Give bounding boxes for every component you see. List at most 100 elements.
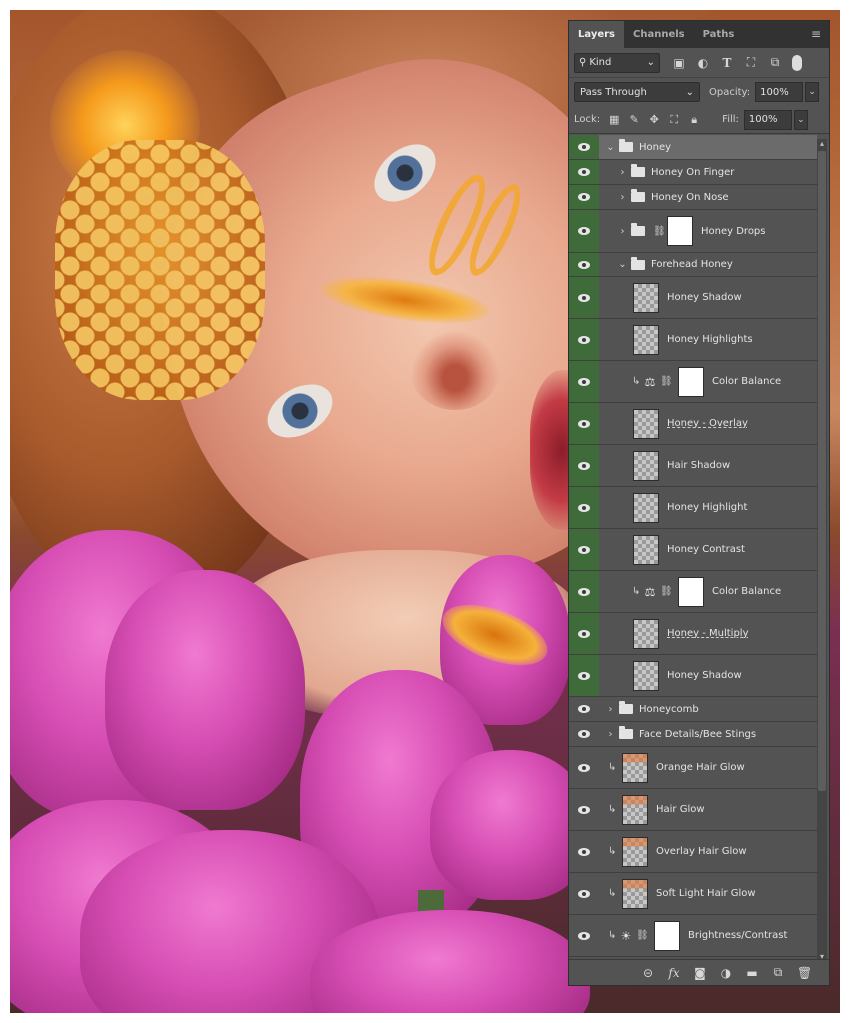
chevron-right-icon[interactable]: ›: [617, 226, 628, 237]
layer-row[interactable]: ⌄ Honey: [569, 135, 817, 160]
visibility-eye-icon[interactable]: [569, 210, 599, 252]
layer-row[interactable]: ↳ Orange Hair Glow: [569, 747, 817, 789]
layer-row[interactable]: Honey - Overlay: [569, 403, 817, 445]
fill-field[interactable]: 100%: [743, 109, 792, 130]
layer-name[interactable]: Honey On Nose: [651, 192, 729, 203]
trash-icon[interactable]: 🗑︎: [797, 966, 812, 980]
layer-name[interactable]: Honey On Finger: [651, 167, 734, 178]
layer-name[interactable]: Orange Hair Glow: [656, 762, 745, 773]
scroll-thumb[interactable]: [818, 151, 826, 791]
layer-name[interactable]: Honey Highlight: [667, 502, 747, 513]
layer-thumbnail[interactable]: [633, 324, 659, 355]
layer-name[interactable]: Forehead Honey: [651, 259, 733, 270]
layer-name[interactable]: Overlay Hair Glow: [656, 846, 747, 857]
chevron-right-icon[interactable]: ›: [617, 167, 628, 178]
adjustment-filter-icon[interactable]: ◐: [692, 56, 714, 70]
layer-thumbnail[interactable]: [633, 492, 659, 523]
layer-row[interactable]: Honey Shadow: [569, 277, 817, 319]
kind-filter-select[interactable]: ⚲ Kind ⌄: [574, 52, 660, 73]
visibility-eye-icon[interactable]: [569, 722, 599, 746]
new-adjustment-icon[interactable]: ◑: [719, 966, 733, 980]
layer-thumbnail[interactable]: [633, 450, 659, 481]
layer-row[interactable]: › ⛓ Honey Drops: [569, 210, 817, 253]
layer-row[interactable]: Honey Highlight: [569, 487, 817, 529]
panel-menu-icon[interactable]: ≡: [811, 27, 821, 41]
visibility-eye-icon[interactable]: [569, 697, 599, 721]
type-filter-icon[interactable]: T: [716, 56, 738, 70]
layer-row[interactable]: › Honey On Nose: [569, 185, 817, 210]
visibility-eye-icon[interactable]: [569, 185, 599, 209]
layer-row[interactable]: ↳ Hair Glow: [569, 789, 817, 831]
tab-layers[interactable]: Layers: [569, 21, 624, 48]
visibility-eye-icon[interactable]: [569, 571, 599, 612]
visibility-eye-icon[interactable]: [569, 915, 599, 956]
layer-thumbnail[interactable]: [622, 836, 648, 867]
layer-row[interactable]: ↳ ⚖ ⛓ Color Balance: [569, 571, 817, 613]
mask-thumbnail[interactable]: [654, 920, 680, 951]
layer-list-scrollbar[interactable]: ▴ ▾: [817, 139, 827, 961]
layer-thumbnail[interactable]: [633, 282, 659, 313]
layer-name[interactable]: Honey Shadow: [667, 292, 742, 303]
scroll-up-icon[interactable]: ▴: [817, 139, 827, 148]
tab-channels[interactable]: Channels: [624, 21, 694, 48]
layer-thumbnail[interactable]: [622, 878, 648, 909]
link-layers-icon[interactable]: ⊝: [641, 966, 655, 980]
lock-all-icon[interactable]: 🔒︎: [684, 113, 704, 127]
mask-link-icon[interactable]: ⛓: [660, 376, 673, 387]
layer-row[interactable]: ↳ Overlay Hair Glow: [569, 831, 817, 873]
visibility-eye-icon[interactable]: [569, 445, 599, 486]
layer-name[interactable]: Brightness/Contrast: [688, 930, 787, 941]
visibility-eye-icon[interactable]: [569, 487, 599, 528]
mask-link-icon[interactable]: ⛓: [636, 930, 649, 941]
visibility-eye-icon[interactable]: [569, 361, 599, 402]
lock-artboard-icon[interactable]: ⛶: [664, 113, 684, 127]
visibility-eye-icon[interactable]: [569, 613, 599, 654]
mask-thumbnail[interactable]: [678, 366, 704, 397]
visibility-eye-icon[interactable]: [569, 277, 599, 318]
visibility-eye-icon[interactable]: [569, 403, 599, 444]
visibility-eye-icon[interactable]: [569, 789, 599, 830]
visibility-eye-icon[interactable]: [569, 253, 599, 276]
layer-row[interactable]: Honey Highlights: [569, 319, 817, 361]
layer-row[interactable]: ⌄ Forehead Honey: [569, 253, 817, 277]
opacity-dropdown-icon[interactable]: ⌄: [805, 82, 820, 102]
mask-link-icon[interactable]: ⛓: [653, 226, 666, 237]
layer-name[interactable]: Honeycomb: [639, 704, 699, 715]
layer-row[interactable]: › Honeycomb: [569, 697, 817, 722]
layer-thumbnail[interactable]: [622, 752, 648, 783]
layer-thumbnail[interactable]: [633, 660, 659, 691]
image-filter-icon[interactable]: ▣: [668, 56, 690, 70]
new-layer-icon[interactable]: ⧉: [771, 965, 785, 980]
layer-name[interactable]: Hair Glow: [656, 804, 705, 815]
layer-row[interactable]: › Honey On Finger: [569, 160, 817, 185]
layer-name[interactable]: Honey - Multiply: [667, 628, 749, 639]
smart-object-filter-icon[interactable]: ⧉: [764, 55, 786, 70]
layer-row[interactable]: › Face Details/Bee Stings: [569, 722, 817, 747]
chevron-right-icon[interactable]: ›: [617, 192, 628, 203]
layer-row[interactable]: Honey - Multiply: [569, 613, 817, 655]
shape-filter-icon[interactable]: ⛶: [740, 55, 762, 70]
add-mask-icon[interactable]: ◙: [693, 966, 707, 980]
layer-name[interactable]: Honey Shadow: [667, 670, 742, 681]
chevron-right-icon[interactable]: ›: [605, 729, 616, 740]
layer-row[interactable]: ↳ ☀ ⛓ Brightness/Contrast: [569, 915, 817, 957]
visibility-eye-icon[interactable]: [569, 873, 599, 914]
layer-thumbnail[interactable]: [633, 408, 659, 439]
blend-mode-select[interactable]: Pass Through ⌄: [574, 82, 700, 102]
layer-name[interactable]: Face Details/Bee Stings: [639, 729, 756, 740]
new-group-icon[interactable]: ▬: [745, 966, 759, 980]
lock-brush-icon[interactable]: ✎: [624, 113, 644, 126]
visibility-eye-icon[interactable]: [569, 831, 599, 872]
layer-row[interactable]: ↳ Soft Light Hair Glow: [569, 873, 817, 915]
tab-paths[interactable]: Paths: [694, 21, 744, 48]
layer-row[interactable]: Honey Contrast: [569, 529, 817, 571]
layer-row[interactable]: ↳ ⚖ ⛓ Color Balance: [569, 361, 817, 403]
opacity-field[interactable]: 100%: [755, 82, 804, 102]
visibility-eye-icon[interactable]: [569, 135, 599, 159]
fill-dropdown-icon[interactable]: ⌄: [793, 109, 808, 130]
lock-move-icon[interactable]: ✥: [644, 113, 664, 126]
layer-name[interactable]: Color Balance: [712, 586, 781, 597]
layer-name[interactable]: Honey: [639, 142, 671, 153]
chevron-down-icon[interactable]: ⌄: [617, 259, 628, 270]
visibility-eye-icon[interactable]: [569, 319, 599, 360]
